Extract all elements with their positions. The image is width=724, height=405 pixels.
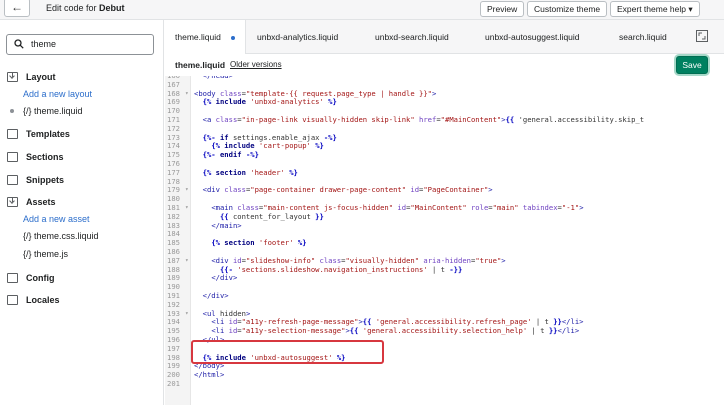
code-line[interactable]: 179 ▾ <div class="page-container drawer-p… bbox=[165, 185, 724, 195]
sidebar-section-sections[interactable]: Sections bbox=[7, 150, 64, 164]
folder-download-icon bbox=[7, 197, 18, 207]
older-versions-link[interactable]: Older versions bbox=[230, 60, 282, 69]
arrow-left-icon: ← bbox=[11, 0, 23, 14]
tab-unbxd-autosuggest[interactable]: unbxd-autosuggest.liquid bbox=[485, 20, 580, 54]
folder-download-icon bbox=[7, 72, 18, 82]
sidebar-section-locales[interactable]: Locales bbox=[7, 293, 60, 307]
top-bar: ← Edit code for Debut Preview Customize … bbox=[0, 0, 724, 20]
customize-theme-button[interactable]: Customize theme bbox=[527, 1, 608, 17]
fold-arrow-icon[interactable]: ▾ bbox=[185, 310, 189, 319]
code-line[interactable]: 183 </main> bbox=[165, 220, 724, 231]
liquid-file-icon: {/} bbox=[23, 106, 32, 116]
code-line[interactable]: 177 {% section 'header' %} bbox=[165, 167, 724, 178]
locales-label: Locales bbox=[26, 295, 60, 305]
file-tabs: theme.liquid unbxd-analytics.liquid unbx… bbox=[165, 20, 724, 54]
file-sidebar: theme Layout Add a new layout {/} theme.… bbox=[0, 20, 164, 405]
sidebar-file-theme-js[interactable]: {/} theme.js bbox=[23, 249, 68, 259]
folder-icon bbox=[7, 273, 18, 283]
file-label: theme.liquid bbox=[34, 106, 83, 116]
sidebar-section-layout[interactable]: Layout bbox=[7, 70, 56, 84]
liquid-file-icon: {/} bbox=[23, 249, 32, 259]
code-line[interactable]: 175 {%- endif -%} bbox=[165, 150, 724, 160]
code-text: {% include 'unbxd-analytics' %} bbox=[202, 97, 337, 107]
sidebar-section-snippets[interactable]: Snippets bbox=[7, 173, 64, 187]
code-text: <a class="in-page-link visually-hidden s… bbox=[202, 115, 645, 124]
active-file-dot bbox=[10, 109, 14, 113]
folder-icon bbox=[7, 152, 18, 162]
folder-icon bbox=[7, 295, 18, 305]
sidebar-section-templates[interactable]: Templates bbox=[7, 127, 70, 141]
fold-arrow-icon[interactable]: ▾ bbox=[185, 90, 189, 99]
search-input[interactable]: theme bbox=[6, 34, 154, 55]
templates-label: Templates bbox=[26, 129, 70, 139]
code-text: </div> bbox=[202, 291, 229, 300]
preview-button[interactable]: Preview bbox=[480, 1, 525, 17]
line-number: 201 bbox=[167, 379, 180, 388]
code-text: </main> bbox=[211, 220, 242, 230]
code-line[interactable]: 188 {{- 'sections.slideshow.navigation_i… bbox=[165, 265, 724, 275]
fold-arrow-icon[interactable]: ▾ bbox=[185, 204, 189, 213]
tab-unbxd-analytics[interactable]: unbxd-analytics.liquid bbox=[257, 20, 338, 54]
code-line[interactable]: 169 {% include 'unbxd-analytics' %} bbox=[165, 97, 724, 107]
add-layout-link[interactable]: Add a new layout bbox=[23, 89, 92, 99]
expand-icon[interactable] bbox=[696, 30, 708, 42]
code-line[interactable]: 191 </div> bbox=[165, 291, 724, 301]
save-button[interactable]: Save bbox=[676, 56, 708, 74]
theme-name: Debut bbox=[99, 3, 125, 13]
fold-arrow-icon[interactable]: ▾ bbox=[185, 257, 189, 266]
file-label: theme.css.liquid bbox=[34, 231, 99, 241]
code-line[interactable]: 201 bbox=[165, 379, 724, 389]
code-area[interactable]: 166 </head>167168▾<body class="template-… bbox=[165, 76, 724, 405]
code-line[interactable]: 195 <li id="a11y-selection-message">{{ '… bbox=[165, 326, 724, 336]
sidebar-file-theme-css-liquid[interactable]: {/} theme.css.liquid bbox=[23, 231, 99, 241]
file-bar: theme.liquid Older versions bbox=[165, 54, 724, 76]
layout-label: Layout bbox=[26, 72, 56, 82]
tab-search-liquid[interactable]: search.liquid bbox=[619, 20, 667, 54]
folder-icon bbox=[7, 175, 18, 185]
search-icon bbox=[14, 39, 24, 49]
current-file-name: theme.liquid bbox=[175, 60, 226, 70]
code-line[interactable]: 185 {% section 'footer' %} bbox=[165, 238, 724, 248]
code-text: </html> bbox=[194, 370, 225, 380]
tab-unbxd-search[interactable]: unbxd-search.liquid bbox=[375, 20, 449, 54]
code-line[interactable]: 171 <a class="in-page-link visually-hidd… bbox=[165, 115, 724, 125]
config-label: Config bbox=[26, 273, 55, 283]
code-text: <li id="a11y-selection-message">{{ 'gene… bbox=[211, 326, 580, 336]
code-line[interactable]: 182 {{ content_for_layout }} bbox=[165, 212, 724, 222]
code-text: {% section 'header' %} bbox=[202, 167, 298, 177]
code-line[interactable]: 200 </html> bbox=[165, 370, 724, 380]
page-title: Edit code for Debut bbox=[46, 3, 125, 13]
file-label: theme.js bbox=[34, 249, 69, 259]
highlight-annotation bbox=[191, 340, 384, 364]
code-text: {% section 'footer' %} bbox=[211, 238, 307, 248]
assets-label: Assets bbox=[26, 197, 56, 207]
sidebar-file-theme-liquid[interactable]: {/} theme.liquid bbox=[23, 106, 83, 116]
liquid-file-icon: {/} bbox=[23, 231, 32, 241]
snippets-label: Snippets bbox=[26, 175, 65, 185]
page-title-prefix: Edit code for bbox=[46, 3, 97, 13]
sections-label: Sections bbox=[26, 152, 64, 162]
sidebar-section-config[interactable]: Config bbox=[7, 271, 55, 285]
sidebar-section-assets[interactable]: Assets bbox=[7, 195, 56, 209]
folder-icon bbox=[7, 129, 18, 139]
fold-arrow-icon[interactable]: ▾ bbox=[185, 186, 189, 195]
unsaved-dot-icon bbox=[231, 35, 236, 40]
back-button[interactable]: ← bbox=[4, 0, 30, 17]
code-line[interactable]: 189 </div> bbox=[165, 273, 724, 283]
code-text: </div> bbox=[211, 273, 238, 283]
tab-theme-liquid[interactable]: theme.liquid bbox=[165, 20, 247, 54]
code-text: <div class="page-container drawer-page-c… bbox=[202, 185, 493, 195]
search-value: theme bbox=[31, 39, 57, 49]
add-asset-link[interactable]: Add a new asset bbox=[23, 214, 90, 224]
code-text: {%- endif -%} bbox=[202, 150, 259, 160]
tab-label: theme.liquid bbox=[175, 32, 221, 42]
code-editor: theme.liquid unbxd-analytics.liquid unbx… bbox=[165, 20, 724, 405]
code-line[interactable]: 190 bbox=[165, 282, 724, 292]
expert-theme-help-button[interactable]: Expert theme help ▾ bbox=[610, 1, 700, 17]
